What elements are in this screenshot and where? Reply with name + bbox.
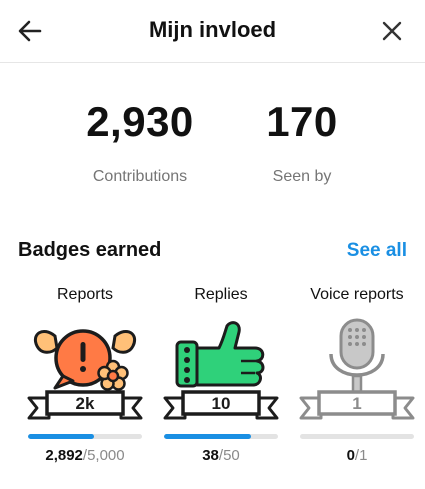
badge-name: Reports [56,286,114,303]
contributions-label: Contributions [92,168,188,185]
badges-section-title: Badges earned [18,239,162,261]
progress-current: 0 [346,447,355,464]
progress-total: 5,000 [87,447,125,464]
badge-replies[interactable]: Replies 10 38/50 [154,286,288,464]
page-title: Mijn invloed [148,17,277,42]
stat-seen-by: 170 Seen by [232,98,372,186]
seen-by-count: 170 [266,98,338,145]
seen-by-label: Seen by [272,168,332,185]
top-app-bar: Mijn invloed [0,0,425,63]
progress-total: 50 [223,447,240,464]
replies-progress-bar [164,434,278,439]
close-icon [382,21,402,41]
voice-progress-bar [300,434,414,439]
badge-name: Replies [194,286,248,303]
badge-name: Voice reports [310,286,404,303]
close-button[interactable] [377,16,407,46]
replies-progress-count: 38/50 [154,447,288,464]
reports-progress-count: 2,892/5,000 [18,447,152,464]
microphone-badge-icon: 1 [299,318,415,420]
see-all-link[interactable]: See all [347,240,407,262]
reports-progress-bar [28,434,142,439]
reports-badge-icon: 2k [27,329,143,420]
thumbs-up-badge-icon: 10 [163,321,279,420]
reports-badge-level: 2k [76,394,95,413]
badge-voice-reports[interactable]: Voice reports 1 0/1 [290,286,424,464]
voice-progress-count: 0/1 [290,447,424,464]
voice-badge-level: 1 [352,394,361,413]
progress-current: 38 [202,447,219,464]
progress-current: 2,892 [45,447,83,464]
replies-badge-level: 10 [212,394,231,413]
progress-total: 1 [359,447,368,464]
contributions-count: 2,930 [86,98,194,145]
badge-reports[interactable]: Reports 2k 2,892/5,000 [18,286,152,464]
stat-contributions: 2,930 Contributions [70,98,210,186]
